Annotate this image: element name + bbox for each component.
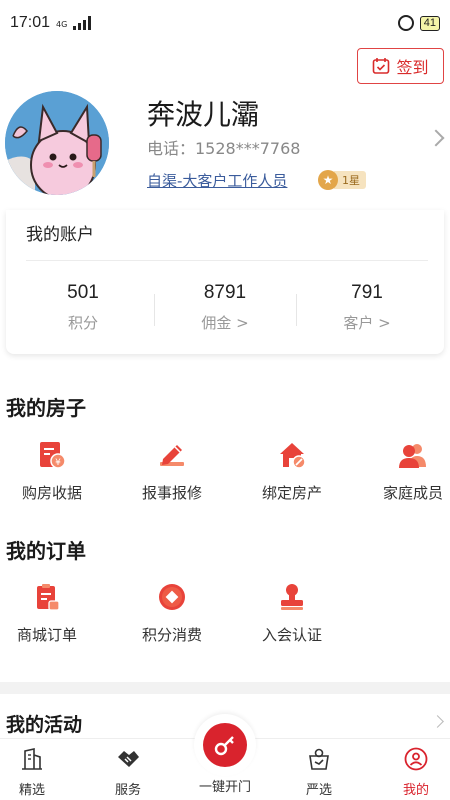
family-members-icon — [398, 440, 428, 470]
chevron-right-icon[interactable] — [427, 129, 445, 147]
tab-selection[interactable]: 严选 — [284, 747, 354, 798]
account-card: 我的账户 501 积分 8791 佣金 > 791 客户 > — [6, 210, 444, 354]
purchase-receipt-item[interactable]: ¥ 购房收据 — [0, 440, 107, 503]
report-repair-item[interactable]: 报事报修 — [117, 440, 227, 503]
points-value: 501 — [67, 282, 99, 303]
family-members-item[interactable]: 家庭成员 — [358, 440, 450, 503]
tab-mine[interactable]: 我的 — [381, 747, 450, 798]
bind-property-label: 绑定房产 — [261, 484, 322, 502]
chevron-right-icon[interactable] — [431, 715, 444, 728]
points-stat[interactable]: 501 积分 — [10, 282, 156, 333]
shopping-bag-icon — [307, 747, 331, 771]
customers-label: 客户 > — [343, 314, 391, 332]
profile-icon — [404, 747, 428, 771]
commission-label: 佣金 > — [201, 314, 249, 332]
clipboard-order-icon — [32, 582, 62, 612]
status-bar: 17:01 4G 41 — [0, 0, 450, 46]
building-icon — [20, 747, 44, 771]
cartoon-cat-avatar-icon — [5, 91, 109, 195]
membership-verify-item[interactable]: 入会认证 — [237, 582, 347, 645]
family-members-label: 家庭成员 — [382, 484, 443, 502]
membership-verify-label: 入会认证 — [261, 626, 322, 644]
tab-mine-label: 我的 — [402, 783, 429, 798]
battery-icon: 41 — [419, 15, 440, 31]
checkin-label: 签到 — [396, 58, 429, 77]
section-separator — [0, 682, 450, 694]
membership-stamp-icon — [277, 582, 307, 612]
house-link-icon — [277, 440, 307, 470]
customers-value: 791 — [351, 282, 383, 303]
mall-orders-item[interactable]: 商城订单 — [0, 582, 102, 645]
status-time: 17:01 — [10, 14, 51, 31]
network-label: 4G — [56, 20, 68, 29]
pencil-repair-icon — [157, 440, 187, 470]
calendar-check-icon — [373, 58, 390, 74]
tab-featured-label: 精选 — [18, 783, 45, 798]
level-badge: ★ 1星 — [318, 170, 366, 190]
receipt-icon: ¥ — [37, 440, 67, 470]
commission-value: 8791 — [203, 282, 247, 303]
report-repair-label: 报事报修 — [141, 484, 202, 502]
avatar[interactable] — [5, 91, 109, 195]
open-door-button[interactable] — [203, 723, 247, 767]
star-icon: ★ — [318, 170, 338, 190]
commission-stat[interactable]: 8791 佣金 > — [152, 282, 298, 333]
house-section-title: 我的房子 — [6, 396, 86, 420]
divider — [26, 260, 428, 261]
points-consumption-label: 积分消费 — [141, 626, 202, 644]
tab-selection-label: 严选 — [305, 783, 332, 798]
level-label: 1星 — [334, 171, 366, 189]
points-label: 积分 — [67, 314, 98, 332]
checkin-button[interactable]: 签到 — [357, 48, 444, 84]
role-link[interactable]: 自渠-大客户工作人员 — [147, 170, 287, 191]
handshake-icon — [116, 747, 140, 771]
activity-section-title[interactable]: 我的活动 — [6, 710, 82, 737]
orders-section-title: 我的订单 — [6, 539, 86, 563]
points-consumption-item[interactable]: 积分消费 — [117, 582, 227, 645]
points-coin-icon — [157, 582, 187, 612]
account-title: 我的账户 — [26, 225, 94, 245]
bind-property-item[interactable]: 绑定房产 — [237, 440, 347, 503]
mall-orders-label: 商城订单 — [16, 626, 77, 644]
signal-icon — [73, 16, 92, 30]
svg-text:¥: ¥ — [55, 458, 61, 468]
alarm-icon — [397, 15, 414, 31]
purchase-receipt-label: 购房收据 — [21, 484, 82, 502]
phone-number: 电话：1528***7768 — [147, 139, 301, 158]
tab-open-door-label[interactable]: 一键开门 — [190, 776, 260, 795]
tab-service[interactable]: 服务 — [93, 747, 163, 798]
key-icon — [214, 736, 234, 756]
username: 奔波儿灞 — [147, 98, 260, 131]
customers-stat[interactable]: 791 客户 > — [294, 282, 440, 333]
tab-service-label: 服务 — [114, 783, 141, 798]
tab-featured[interactable]: 精选 — [0, 747, 67, 798]
